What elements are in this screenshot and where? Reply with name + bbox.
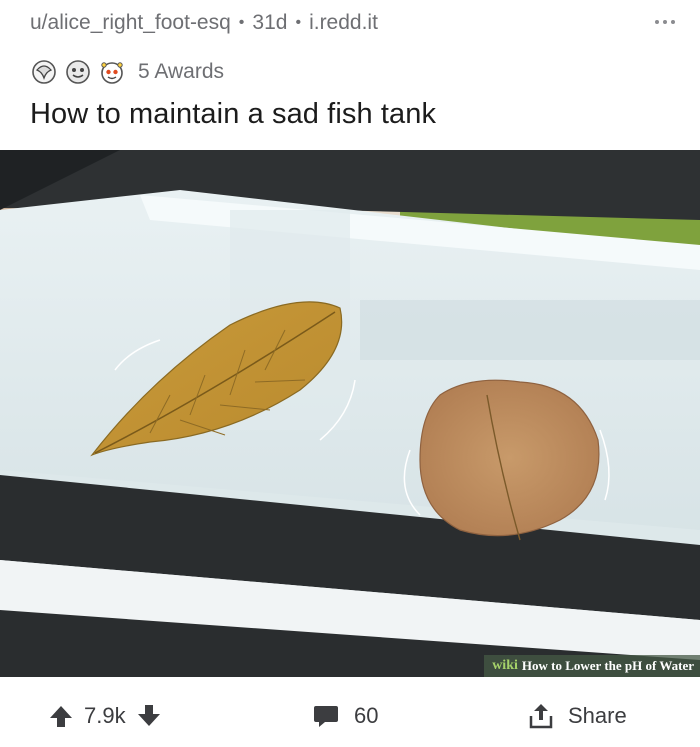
post-age: 31d [252,11,288,34]
more-icon-dot [671,20,675,24]
comment-icon [314,706,338,727]
more-icon-dot [663,20,667,24]
upvote-icon[interactable] [48,703,74,729]
post-image[interactable]: wiki How to Lower the pH of Water [0,150,700,677]
watermark-brand: wiki [492,658,518,673]
image-watermark: wiki How to Lower the pH of Water [484,655,700,677]
vote-controls: 7.9k [48,688,162,744]
post-actions-bar: 7.9k 60 Share [0,688,700,744]
more-options-button[interactable] [648,12,682,32]
comments-button[interactable]: 60 [312,688,378,744]
separator-dot: • [238,14,245,31]
share-label: Share [568,703,627,728]
share-icon [529,704,553,729]
watermark-text: How to Lower the pH of Water [521,658,694,673]
fish-tank-illustration [0,150,700,677]
award-icon [66,60,90,84]
award-icon [101,62,123,84]
awards-row[interactable]: 5 Awards [30,56,224,88]
post-title[interactable]: How to maintain a sad fish tank [30,98,436,131]
award-icon [32,60,56,84]
comment-count: 60 [354,703,379,728]
author-link[interactable]: u/alice_right_foot-esq [30,11,231,35]
post-meta: u/alice_right_foot-esq • 31d • i.redd.it [30,8,378,38]
vote-score: 7.9k [84,703,126,728]
awards-count: 5 Awards [138,60,224,83]
downvote-icon[interactable] [136,703,162,729]
more-icon-dot [655,20,659,24]
share-button[interactable]: Share [528,688,627,744]
separator-dot: • [295,14,302,31]
domain-link[interactable]: i.redd.it [309,11,378,35]
